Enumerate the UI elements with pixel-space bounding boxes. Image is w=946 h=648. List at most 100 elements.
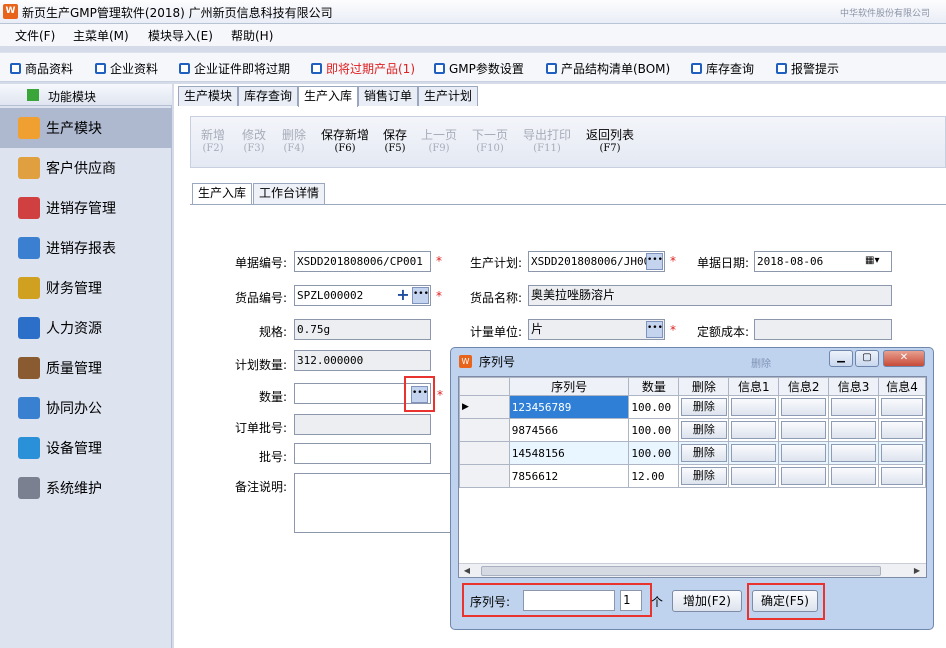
doc-no-field[interactable]: XSDD201808006/CP001: [294, 251, 431, 272]
prev-page-button[interactable]: 上一页 (F9): [421, 129, 457, 155]
qty-cell[interactable]: 100.00: [628, 441, 680, 465]
quick-bom[interactable]: 产品结构清单(BOM): [546, 59, 670, 77]
col-serial[interactable]: 序列号: [508, 377, 630, 396]
tab-production-module[interactable]: 生产模块: [178, 86, 239, 106]
sidebar-item-system[interactable]: 系统维护: [0, 468, 172, 508]
col-info2[interactable]: 信息2: [778, 377, 830, 396]
back-to-list-button[interactable]: 返回列表 (F7): [586, 129, 634, 155]
quick-gmp-params[interactable]: GMP参数设置: [434, 59, 524, 77]
delete-button[interactable]: 删除 (F4): [282, 129, 306, 155]
row-delete-button[interactable]: 删除: [680, 421, 727, 439]
row-delete-button[interactable]: 删除: [680, 444, 727, 462]
info-button[interactable]: [831, 444, 877, 462]
col-info4[interactable]: 信息4: [878, 377, 926, 396]
menu-file[interactable]: 文件(F): [15, 27, 55, 44]
table-row[interactable]: 9874566 100.00 删除: [459, 418, 926, 442]
goods-no-field[interactable]: SPZL000002: [294, 285, 431, 306]
scrollbar-thumb[interactable]: [481, 566, 881, 576]
export-print-button[interactable]: 导出打印 (F11): [523, 129, 571, 155]
save-new-button[interactable]: 保存新增 (F6): [321, 129, 369, 155]
info-button[interactable]: [831, 398, 877, 416]
tab-workbench-detail[interactable]: 工作台详情: [253, 183, 326, 204]
serial-cell[interactable]: 14548156: [508, 441, 630, 465]
quick-alarm[interactable]: 报警提示: [776, 59, 839, 77]
plus-icon[interactable]: +: [396, 287, 410, 304]
menu-module-import[interactable]: 模块导入(E): [148, 27, 213, 44]
info-button[interactable]: [731, 467, 777, 485]
info-button[interactable]: [881, 444, 923, 462]
col-qty[interactable]: 数量: [628, 377, 680, 396]
serial-cell[interactable]: 9874566: [508, 418, 630, 442]
info-button[interactable]: [781, 467, 827, 485]
plan-lookup-button[interactable]: •••: [646, 253, 663, 270]
sidebar-item-quality[interactable]: 质量管理: [0, 348, 172, 388]
qty-cell[interactable]: 100.00: [628, 418, 680, 442]
unit-lookup-button[interactable]: •••: [646, 321, 663, 338]
serial-input[interactable]: [523, 590, 615, 611]
cost-field[interactable]: [754, 319, 892, 340]
quick-cert-expiring[interactable]: 企业证件即将过期: [179, 59, 290, 77]
plan-field[interactable]: XSDD201808006/JH002: [528, 251, 665, 272]
info-button[interactable]: [881, 398, 923, 416]
goods-lookup-button[interactable]: •••: [412, 287, 429, 304]
goods-name-field[interactable]: 奥美拉唑肠溶片: [528, 285, 892, 306]
sidebar-item-inventory[interactable]: 进销存管理: [0, 188, 172, 228]
qty-cell[interactable]: 12.00: [628, 464, 680, 488]
tab-stock-query[interactable]: 库存查询: [238, 86, 299, 106]
info-button[interactable]: [731, 421, 777, 439]
tab-production-inbound[interactable]: 生产入库: [298, 86, 359, 107]
remark-field[interactable]: [294, 473, 454, 533]
close-icon[interactable]: ✕: [883, 350, 925, 367]
quick-product-expiring[interactable]: 即将过期产品(1): [311, 59, 415, 77]
sidebar-item-reports[interactable]: 进销存报表: [0, 228, 172, 268]
unit-field[interactable]: 片: [528, 319, 665, 340]
info-button[interactable]: [731, 398, 777, 416]
table-row[interactable]: 7856612 12.00 删除: [459, 464, 926, 488]
batch-field[interactable]: [294, 443, 431, 464]
tab-production-plan[interactable]: 生产计划: [418, 86, 479, 106]
scroll-left-icon[interactable]: ◀: [461, 565, 473, 577]
save-button[interactable]: 保存 (F5): [383, 129, 407, 155]
plan-qty-field[interactable]: 312.000000: [294, 350, 431, 371]
menu-main[interactable]: 主菜单(M): [73, 27, 129, 44]
row-delete-button[interactable]: 删除: [680, 398, 727, 416]
calendar-dropdown-icon[interactable]: ▦▾: [865, 255, 885, 268]
horizontal-scrollbar[interactable]: ◀ ▶: [459, 563, 926, 577]
info-button[interactable]: [831, 421, 877, 439]
col-info3[interactable]: 信息3: [828, 377, 880, 396]
info-button[interactable]: [831, 467, 877, 485]
menu-help[interactable]: 帮助(H): [231, 27, 273, 44]
edit-button[interactable]: 修改 (F3): [242, 129, 266, 155]
scroll-right-icon[interactable]: ▶: [911, 565, 923, 577]
info-button[interactable]: [781, 398, 827, 416]
minimize-icon[interactable]: ▁: [829, 350, 853, 367]
order-batch-field[interactable]: [294, 414, 431, 435]
maximize-icon[interactable]: ▢: [855, 350, 879, 367]
row-delete-button[interactable]: 删除: [680, 467, 727, 485]
tab-sales-order[interactable]: 销售订单: [358, 86, 419, 106]
tab-inbound[interactable]: 生产入库: [192, 183, 253, 205]
info-button[interactable]: [781, 444, 827, 462]
info-button[interactable]: [781, 421, 827, 439]
ok-button[interactable]: 确定(F5): [752, 590, 818, 612]
sidebar-item-finance[interactable]: 财务管理: [0, 268, 172, 308]
qty-cell[interactable]: 100.00: [628, 395, 680, 419]
serial-count-input[interactable]: 1: [620, 590, 642, 611]
table-row[interactable]: ▶ 123456789 100.00 删除: [459, 395, 926, 419]
sidebar-item-office[interactable]: 协同办公: [0, 388, 172, 428]
sidebar-item-customers[interactable]: 客户供应商: [0, 148, 172, 188]
spec-field[interactable]: 0.75g: [294, 319, 431, 340]
serial-cell[interactable]: 123456789: [508, 395, 630, 419]
quick-company[interactable]: 企业资料: [95, 59, 158, 77]
col-delete[interactable]: 删除: [678, 377, 730, 396]
next-page-button[interactable]: 下一页 (F10): [472, 129, 508, 155]
serial-cell[interactable]: 7856612: [508, 464, 630, 488]
add-serial-button[interactable]: 增加(F2): [672, 590, 742, 612]
col-info1[interactable]: 信息1: [728, 377, 780, 396]
table-row[interactable]: 14548156 100.00 删除: [459, 441, 926, 465]
sidebar-item-equipment[interactable]: 设备管理: [0, 428, 172, 468]
quick-stock-query[interactable]: 库存查询: [691, 59, 754, 77]
sidebar-item-production[interactable]: 生产模块: [0, 108, 172, 148]
qty-serial-button[interactable]: •••: [411, 386, 428, 403]
info-button[interactable]: [881, 421, 923, 439]
